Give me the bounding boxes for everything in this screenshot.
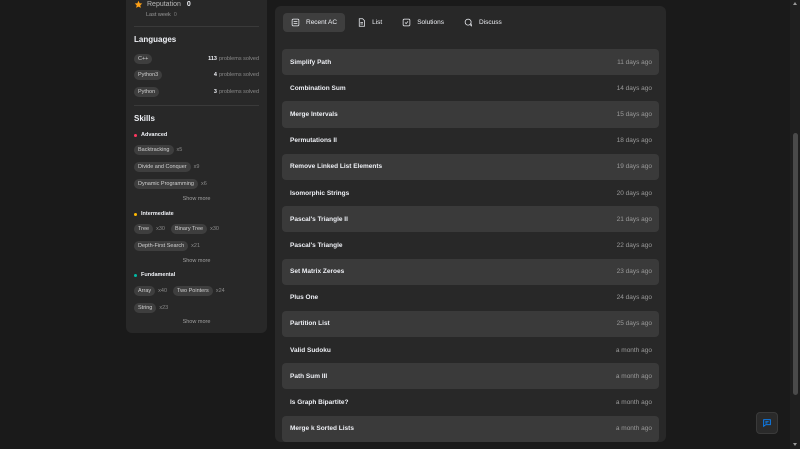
document-icon — [358, 18, 365, 27]
language-tag[interactable]: C++ — [134, 54, 153, 64]
skill-row: Tree x30 Binary Tree x30 — [134, 224, 222, 234]
tab-discuss[interactable]: Discuss — [456, 13, 510, 32]
tab-list[interactable]: List — [349, 13, 390, 32]
list-item[interactable]: Permutations II 18 days ago — [282, 128, 659, 154]
list-box-icon — [291, 18, 300, 27]
list-item[interactable]: Simplify Path 11 days ago — [282, 49, 659, 76]
language-row: Python3 4 problems solved — [134, 69, 259, 81]
last-week: Last week 0 — [146, 12, 177, 18]
skill-tag[interactable]: Two Pointers x24 — [173, 286, 225, 296]
chat-bubble-icon — [763, 419, 771, 428]
list-item[interactable]: Path Sum III a month ago — [282, 363, 659, 390]
recent-ac-list: Simplify Path 11 days ago Combination Sum… — [282, 49, 659, 442]
divider — [134, 26, 259, 27]
recent-activity-panel: Recent AC List Solutions Discuss Simplif… — [275, 6, 666, 442]
skill-row: String x23 — [134, 303, 171, 313]
list-item[interactable]: Partition List 25 days ago — [282, 310, 659, 338]
divider — [134, 105, 259, 106]
language-solved: 3 problems solved — [213, 89, 259, 95]
language-tag[interactable]: Python3 — [134, 70, 163, 80]
skill-level-fundamental: Fundamental — [134, 272, 175, 278]
skill-level-advanced: Advanced — [134, 132, 167, 138]
show-more-intermediate[interactable]: Show more — [126, 258, 267, 264]
tab-recent-ac[interactable]: Recent AC — [283, 13, 346, 32]
reputation-label: Reputation — [147, 1, 181, 8]
fundamental-dot-icon — [134, 273, 137, 277]
language-tag[interactable]: Python — [134, 87, 160, 97]
skill-tag[interactable]: String x23 — [134, 303, 168, 313]
intermediate-dot-icon — [134, 212, 137, 216]
list-item[interactable]: Merge k Sorted Lists a month ago — [282, 415, 659, 442]
reputation-row: Reputation 0 — [134, 0, 191, 9]
skill-row: Depth-First Search x21 — [134, 241, 203, 251]
skills-title: Skills — [134, 114, 155, 123]
last-week-value: 0 — [173, 12, 177, 18]
list-item[interactable]: Is Graph Bipartite? a month ago — [282, 389, 659, 415]
skill-row: Backtracking x5 — [134, 145, 185, 155]
list-item[interactable]: Pascal's Triangle 22 days ago — [282, 232, 659, 258]
skill-tag[interactable]: Tree x30 — [134, 224, 165, 234]
page-scrollbar[interactable] — [790, 0, 800, 449]
checkbox-icon — [402, 18, 411, 27]
star-icon — [134, 0, 143, 8]
scroll-thumb[interactable] — [793, 133, 798, 395]
skill-tag[interactable]: Array x40 — [134, 286, 167, 296]
scroll-up-icon[interactable] — [793, 2, 797, 5]
skill-tag[interactable]: Binary Tree x30 — [170, 224, 219, 234]
feedback-button[interactable] — [756, 412, 778, 434]
skill-tag[interactable]: Depth-First Search x21 — [134, 241, 200, 251]
language-row: Python 3 problems solved — [134, 86, 259, 98]
skill-row: Divide and Conquer x9 — [134, 162, 202, 172]
list-item[interactable]: Plus One 24 days ago — [282, 285, 659, 311]
advanced-dot-icon — [134, 133, 137, 137]
list-item[interactable]: Merge Intervals 15 days ago — [282, 101, 659, 128]
skill-level-intermediate: Intermediate — [134, 211, 174, 217]
chat-icon — [464, 18, 472, 27]
skill-tag[interactable]: Dynamic Programming x6 — [134, 179, 207, 189]
language-solved: 113 problems solved — [208, 56, 259, 62]
scroll-down-icon[interactable] — [793, 443, 797, 446]
skill-row: Dynamic Programming x6 — [134, 179, 210, 189]
last-week-label: Last week — [146, 12, 171, 18]
list-item[interactable]: Set Matrix Zeroes 23 days ago — [282, 258, 659, 285]
list-item[interactable]: Combination Sum 14 days ago — [282, 75, 659, 101]
reputation-value: 0 — [186, 1, 191, 8]
skill-tag[interactable]: Backtracking x5 — [134, 145, 182, 155]
languages-title: Languages — [134, 35, 177, 44]
list-item[interactable]: Remove Linked List Elements 19 days ago — [282, 153, 659, 180]
skill-row: Array x40 Two Pointers x24 — [134, 286, 228, 296]
tab-solutions[interactable]: Solutions — [394, 13, 452, 32]
tab-bar: Recent AC List Solutions Discuss — [283, 13, 510, 32]
list-item[interactable]: Isomorphic Strings 20 days ago — [282, 180, 659, 206]
language-row: C++ 113 problems solved — [134, 53, 259, 65]
profile-sidebar: Reputation 0 Last week 0 Languages C++ 11… — [126, 0, 267, 333]
list-item[interactable]: Pascal's Triangle II 21 days ago — [282, 206, 659, 233]
list-item[interactable]: Valid Sudoku a month ago — [282, 337, 659, 363]
show-more-advanced[interactable]: Show more — [126, 196, 267, 202]
skill-tag[interactable]: Divide and Conquer x9 — [134, 162, 199, 172]
show-more-fundamental[interactable]: Show more — [126, 319, 267, 325]
language-solved: 4 problems solved — [213, 72, 259, 78]
